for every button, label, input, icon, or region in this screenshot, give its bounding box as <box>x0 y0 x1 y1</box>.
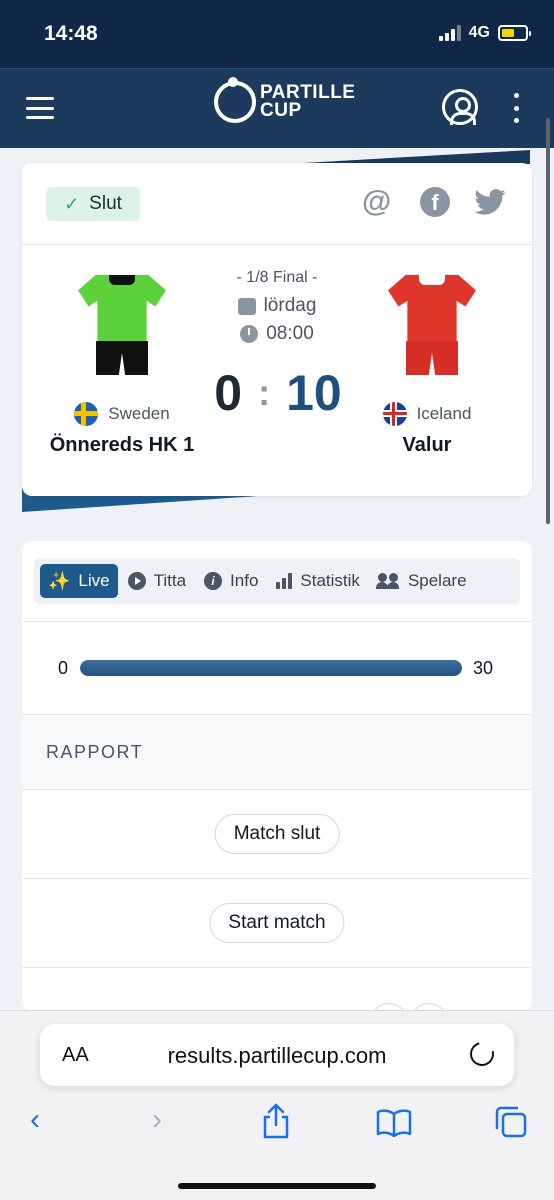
twitter-icon[interactable] <box>474 189 506 215</box>
logo-text: PARTILLE CUP <box>260 82 356 121</box>
away-team-name: Valur <box>402 434 452 456</box>
rapport-header: RAPPORT <box>22 714 532 790</box>
sweden-flag-icon <box>74 402 99 426</box>
hamburger-icon[interactable] <box>26 97 54 119</box>
clock-icon <box>240 325 259 343</box>
progress-max: 30 <box>473 658 494 678</box>
match-progress: 0 30 <box>22 651 532 685</box>
bookmarks-icon[interactable] <box>376 1109 412 1137</box>
network-type: 4G <box>468 24 490 41</box>
tab-info[interactable]: i Info <box>196 564 266 598</box>
address-bar[interactable]: AA results.partillecup.com <box>40 1024 514 1086</box>
tab-bar: ✨ Live Titta i Info Statistik Spelare <box>34 558 520 604</box>
forward-icon[interactable]: › <box>152 1103 162 1137</box>
signal-icon <box>438 25 461 41</box>
divider <box>22 967 532 968</box>
check-icon: ✓ <box>64 193 80 214</box>
card-decoration-top <box>286 150 530 164</box>
scoreboard: 0 : 10 <box>208 364 348 422</box>
info-icon: i <box>204 572 223 590</box>
status-label: Slut <box>89 193 122 214</box>
browser-toolbar: AA results.partillecup.com ‹ › <box>0 1010 554 1200</box>
people-icon <box>375 573 400 589</box>
url-text[interactable]: results.partillecup.com <box>40 1043 514 1069</box>
kebab-icon[interactable] <box>512 93 520 123</box>
logo-mark <box>214 77 256 123</box>
match-detail-card: ✨ Live Titta i Info Statistik Spelare 0 … <box>22 541 532 1011</box>
event-pill[interactable]: Match slut <box>214 814 340 854</box>
match-round: - 1/8 Final - <box>236 269 318 286</box>
divider <box>22 714 532 715</box>
match-time: 08:00 <box>266 323 314 344</box>
bar-chart-icon <box>276 573 293 589</box>
away-team[interactable]: Iceland Valur <box>352 402 502 457</box>
home-team[interactable]: Sweden Önnereds HK 1 <box>42 402 202 457</box>
status-bar: 14:48 4G <box>0 0 554 68</box>
home-score: 0 <box>214 365 243 421</box>
share-icon[interactable] <box>260 1103 292 1139</box>
tab-titta[interactable]: Titta <box>120 564 194 598</box>
status-badge: ✓ Slut <box>46 187 140 221</box>
play-icon <box>127 572 146 590</box>
home-indicator[interactable] <box>178 1183 376 1189</box>
home-country: Sweden <box>42 402 202 426</box>
match-info: - 1/8 Final - lördag 08:00 <box>192 269 362 345</box>
back-icon[interactable]: ‹ <box>30 1103 40 1137</box>
tab-spelare[interactable]: Spelare <box>370 564 475 598</box>
status-time: 14:48 <box>44 22 98 45</box>
calendar-icon <box>237 297 256 315</box>
rapport-title: RAPPORT <box>46 742 144 762</box>
tab-statistik[interactable]: Statistik <box>268 564 368 598</box>
progress-fill <box>80 660 462 676</box>
tabs-icon[interactable] <box>494 1105 528 1139</box>
away-country: Iceland <box>352 402 502 426</box>
progress-min: 0 <box>58 658 69 678</box>
tab-live[interactable]: ✨ Live <box>40 564 118 598</box>
sparkle-icon: ✨ <box>48 571 71 591</box>
home-team-name: Önnereds HK 1 <box>49 434 195 456</box>
divider <box>22 621 532 622</box>
score-separator: : <box>258 372 271 413</box>
list-item: Match slut <box>22 790 532 878</box>
partille-cup-logo[interactable]: PARTILLE CUP <box>214 77 356 123</box>
status-indicators: 4G <box>438 24 531 42</box>
match-day-row: lördag <box>192 295 362 317</box>
page-scrollbar[interactable] <box>546 118 550 524</box>
app-header: PARTILLE CUP <box>0 68 554 148</box>
event-pill[interactable]: Start match <box>209 903 345 943</box>
at-icon[interactable]: @ <box>362 185 391 219</box>
facebook-icon[interactable]: f <box>420 187 450 217</box>
match-day: lördag <box>263 295 317 316</box>
match-card: ✓ Slut @ f - 1/8 Final - lördag 08:00 0 … <box>22 163 532 496</box>
iceland-flag-icon <box>382 402 407 426</box>
battery-icon <box>498 25 531 41</box>
progress-track <box>80 660 462 676</box>
user-circle-icon[interactable] <box>442 89 478 125</box>
list-item: Start match <box>22 879 532 967</box>
card-divider <box>22 244 532 245</box>
match-time-row: 08:00 <box>192 323 362 345</box>
away-score: 10 <box>286 365 342 421</box>
